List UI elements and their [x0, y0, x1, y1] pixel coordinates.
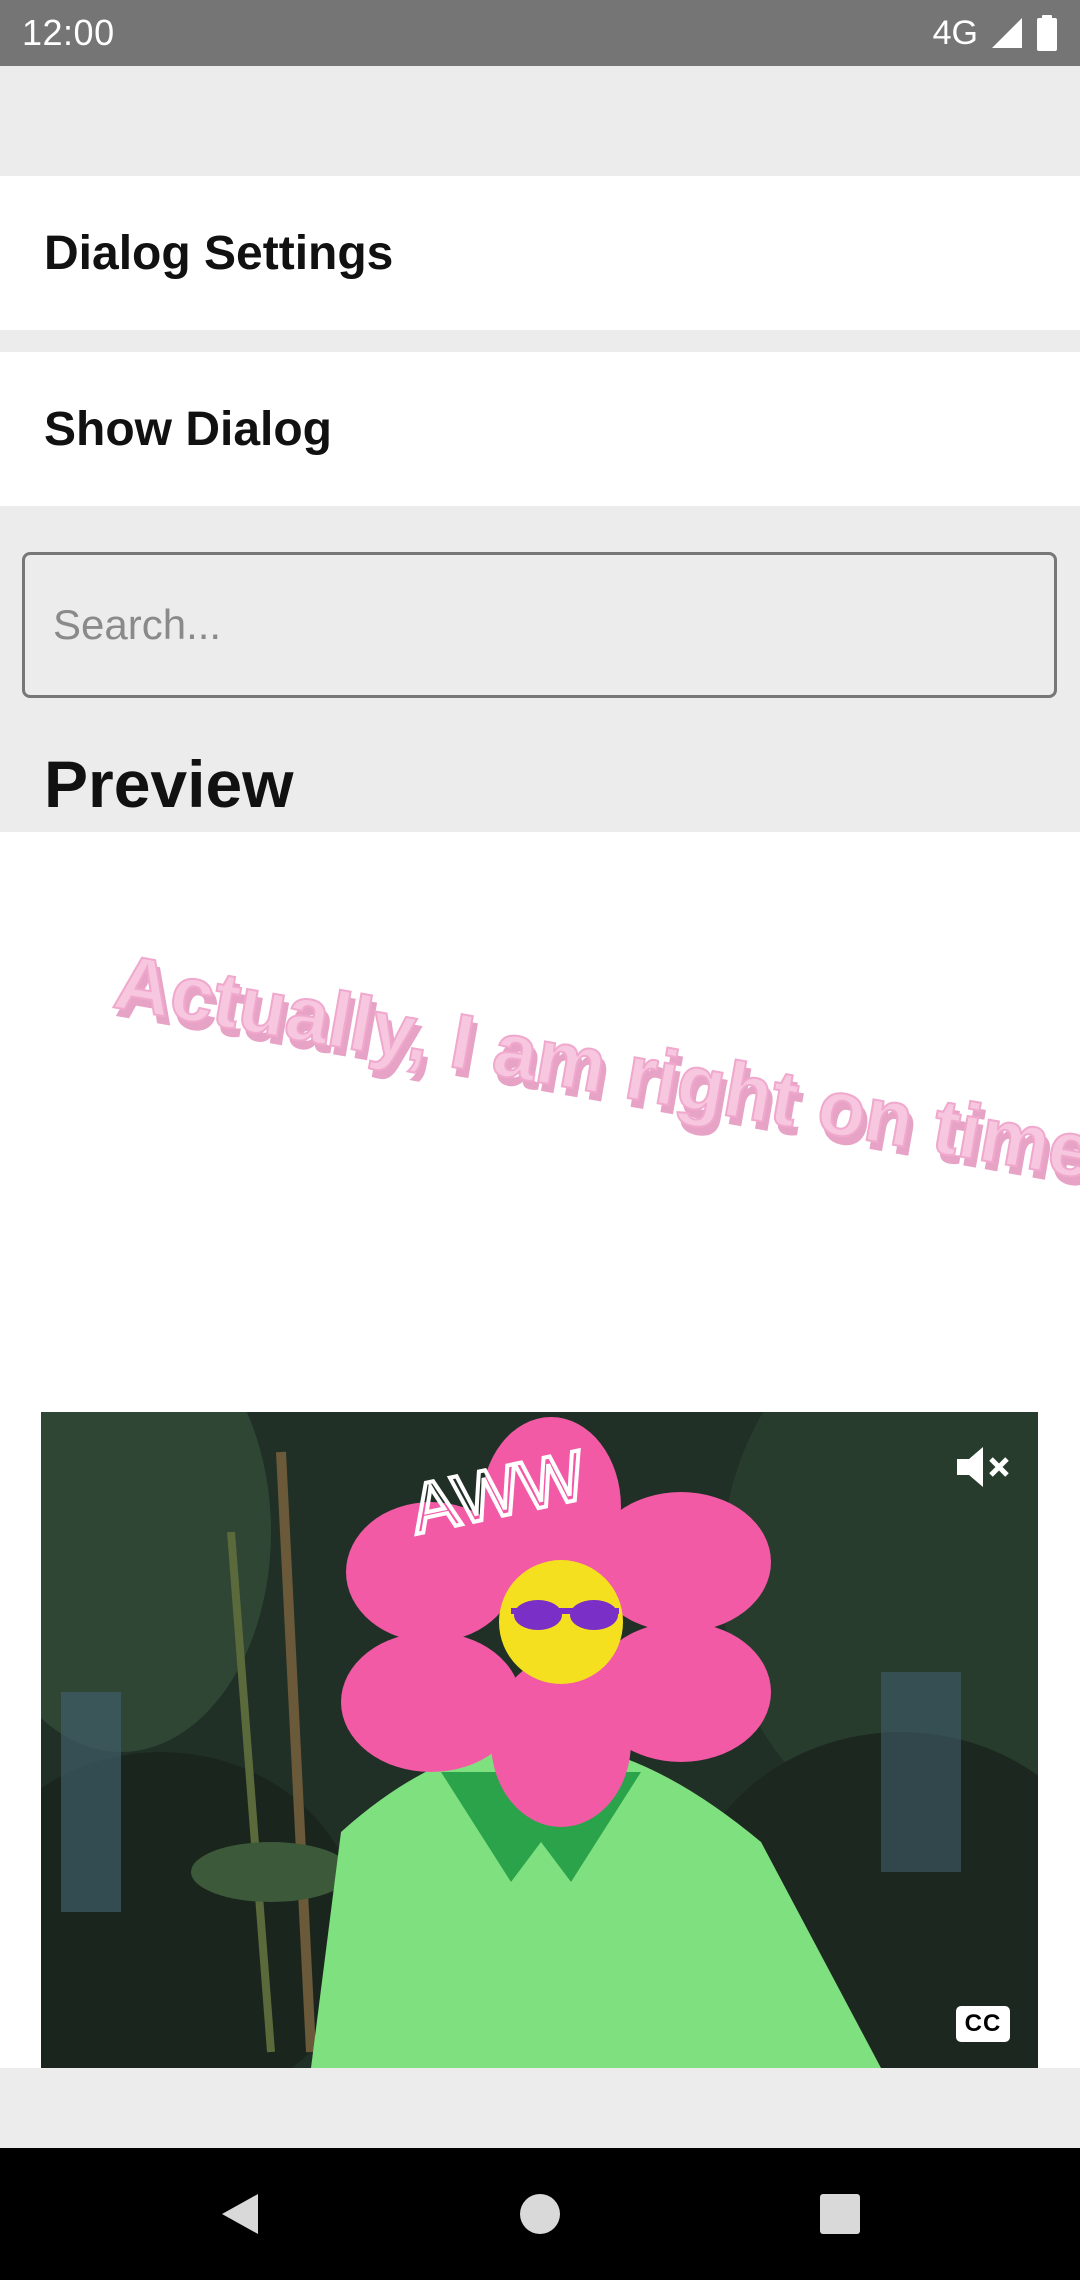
- battery-icon: [1036, 15, 1058, 51]
- closed-captions-button[interactable]: CC: [956, 2006, 1010, 2042]
- sticker-artwork: Actually, I am right on time: [108, 936, 1080, 1197]
- sticker-text-line1: Actually, I am right on time: [109, 937, 1080, 1196]
- search-input[interactable]: [51, 600, 1028, 650]
- recents-icon: [820, 2194, 860, 2234]
- mute-button[interactable]: [952, 1440, 1016, 1494]
- show-dialog-item[interactable]: Show Dialog: [0, 352, 1080, 506]
- back-icon: [222, 2194, 258, 2234]
- signal-icon: [990, 16, 1024, 50]
- search-box[interactable]: [22, 552, 1057, 698]
- video-frame-image: AWW: [41, 1412, 1038, 2068]
- video-player[interactable]: AWW CC: [41, 1412, 1038, 2068]
- status-icons: 4G: [933, 14, 1058, 53]
- home-button[interactable]: [480, 2154, 600, 2274]
- navigation-bar: [0, 2148, 1080, 2280]
- recents-button[interactable]: [780, 2154, 900, 2274]
- dialog-settings-label: Dialog Settings: [44, 226, 394, 280]
- preview-panel: Actually, I am right on time AWW CC: [0, 832, 1080, 2068]
- volume-mute-icon: [957, 1447, 1009, 1487]
- sticker-gif[interactable]: Actually, I am right on time: [0, 832, 1080, 1392]
- cc-label: CC: [964, 2010, 1002, 2037]
- preview-title: Preview: [44, 747, 294, 821]
- network-type: 4G: [932, 13, 978, 52]
- dialog-settings-item[interactable]: Dialog Settings: [0, 176, 1080, 330]
- show-dialog-label: Show Dialog: [44, 402, 332, 456]
- home-icon: [520, 2194, 560, 2234]
- status-time: 12:00: [22, 12, 115, 53]
- status-bar: 12:00 4G: [0, 0, 1080, 66]
- back-button[interactable]: [180, 2154, 300, 2274]
